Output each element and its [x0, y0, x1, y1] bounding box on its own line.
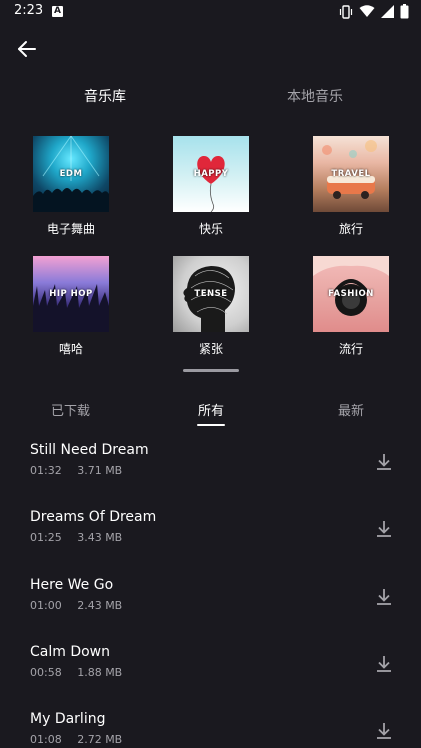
tab-downloaded[interactable]: 已下载 — [51, 400, 90, 419]
track-title: My Darling — [30, 711, 106, 728]
track-size: 2.72 MB — [77, 733, 123, 747]
drag-handle[interactable] — [183, 369, 239, 372]
category-thumbnail: TENSE — [173, 256, 249, 332]
category-hiphop[interactable]: HIP HOP 嘻哈 — [33, 256, 109, 357]
thumbnail-text: EDM — [59, 169, 83, 179]
top-tabs: 音乐库 本地音乐 — [0, 86, 421, 110]
thumbnail-text: HAPPY — [193, 169, 229, 179]
download-button[interactable] — [374, 587, 394, 607]
category-fashion[interactable]: FASHION 流行 — [313, 256, 389, 357]
category-thumbnail: EDM — [33, 136, 109, 212]
track-duration: 01:32 — [30, 464, 62, 477]
track-meta: 00:58 1.88 MB — [30, 666, 134, 679]
category-thumbnail: FASHION — [313, 256, 389, 332]
thumbnail-text: FASHION — [328, 289, 374, 299]
download-icon — [377, 521, 391, 538]
track-row[interactable]: Calm Down 00:58 1.88 MB — [0, 640, 421, 707]
category-thumbnail: TRAVEL — [313, 136, 389, 212]
track-duration: 00:58 — [30, 665, 62, 679]
vibrate-icon — [339, 4, 353, 19]
status-icons — [339, 4, 409, 19]
tab-local-music[interactable]: 本地音乐 — [287, 86, 343, 106]
track-row[interactable]: My Darling 01:08 2.72 MB — [0, 707, 421, 748]
download-icon — [377, 588, 391, 605]
category-travel[interactable]: TRAVEL 旅行 — [313, 136, 389, 237]
back-arrow-icon — [18, 41, 36, 57]
track-meta: 01:32 3.71 MB — [30, 464, 134, 477]
track-row[interactable]: Here We Go 01:00 2.43 MB — [0, 573, 421, 640]
tab-music-library[interactable]: 音乐库 — [84, 86, 126, 106]
category-name: 快乐 — [198, 222, 223, 236]
category-name: 旅行 — [338, 222, 363, 236]
back-button[interactable] — [16, 38, 38, 60]
category-name: 嘻哈 — [58, 342, 83, 356]
track-size: 3.71 MB — [77, 464, 123, 477]
active-tab-indicator — [197, 424, 225, 426]
track-list: Still Need Dream 01:32 3.71 MB Dreams Of… — [0, 438, 421, 748]
filter-tabs: 已下载 所有 最新 — [0, 400, 421, 430]
download-icon — [377, 655, 391, 672]
track-size: 1.88 MB — [77, 665, 123, 679]
tab-all[interactable]: 所有 — [198, 400, 224, 419]
download-button[interactable] — [374, 452, 394, 472]
download-button[interactable] — [374, 721, 394, 741]
track-title: Calm Down — [30, 643, 111, 660]
track-row[interactable]: Dreams Of Dream 01:25 3.43 MB — [0, 505, 421, 572]
thumbnail-text: HIP HOP — [49, 289, 93, 299]
track-row[interactable]: Still Need Dream 01:32 3.71 MB — [0, 438, 421, 505]
download-button[interactable] — [374, 519, 394, 539]
track-size: 2.43 MB — [77, 598, 123, 612]
track-size: 3.43 MB — [77, 531, 123, 545]
track-title: Still Need Dream — [30, 442, 149, 458]
category-name: 流行 — [338, 342, 363, 356]
category-name: 紧张 — [198, 342, 223, 356]
download-icon — [377, 723, 391, 740]
notification-icon: A — [52, 6, 63, 17]
signal-icon — [381, 5, 394, 18]
category-tense[interactable]: TENSE 紧张 — [173, 256, 249, 357]
thumbnail-text: TENSE — [194, 289, 228, 299]
track-meta: 01:00 2.43 MB — [30, 599, 134, 612]
download-button[interactable] — [374, 654, 394, 674]
category-thumbnail: HAPPY — [173, 136, 249, 212]
category-edm[interactable]: EDM 电子舞曲 — [33, 136, 109, 237]
track-title: Dreams Of Dream — [30, 509, 157, 526]
tab-latest[interactable]: 最新 — [338, 400, 364, 419]
status-bar: 2:23 A — [0, 0, 421, 24]
category-thumbnail: HIP HOP — [33, 256, 109, 332]
track-duration: 01:25 — [30, 531, 62, 545]
track-duration: 01:00 — [30, 598, 62, 612]
wifi-icon — [359, 5, 375, 17]
category-name: 电子舞曲 — [46, 222, 95, 236]
track-meta: 01:08 2.72 MB — [30, 733, 134, 746]
download-icon — [377, 454, 391, 470]
battery-icon — [400, 4, 409, 19]
track-meta: 01:25 3.43 MB — [30, 531, 134, 544]
status-time: 2:23 — [14, 3, 44, 18]
thumbnail-text: TRAVEL — [331, 169, 371, 179]
category-happy[interactable]: HAPPY 快乐 — [173, 136, 249, 237]
track-duration: 01:08 — [30, 733, 62, 747]
track-title: Here We Go — [30, 576, 114, 593]
